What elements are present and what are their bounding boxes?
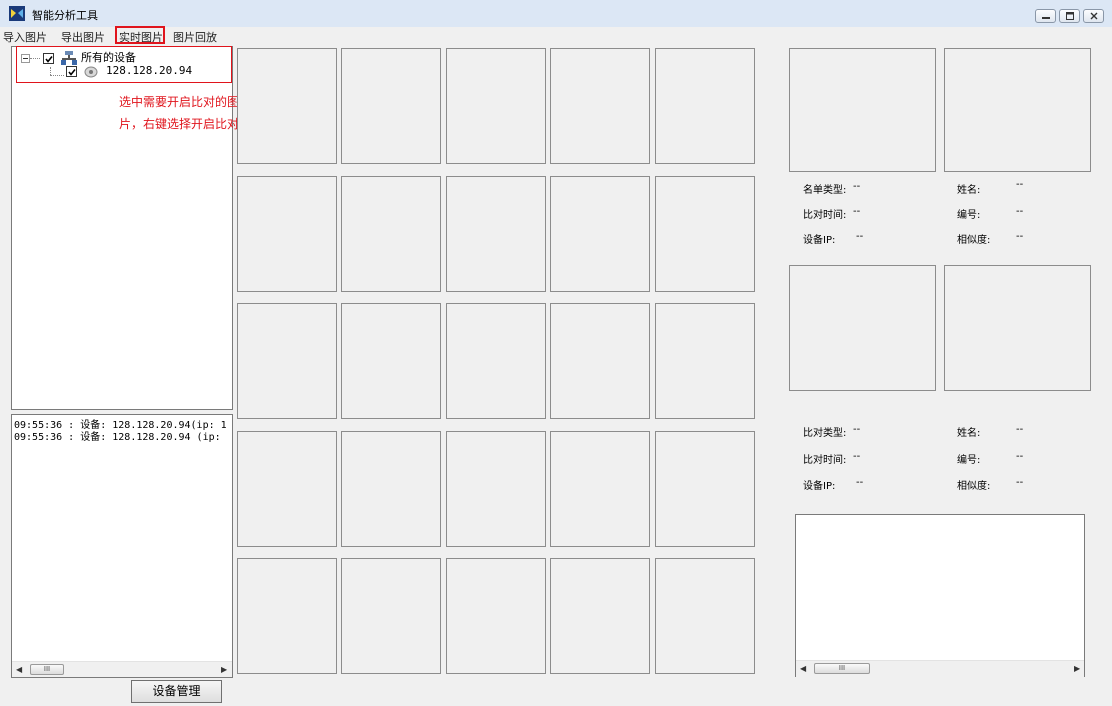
- image-cell[interactable]: [341, 48, 441, 164]
- name-label: 姓名:: [957, 428, 981, 439]
- id-label: 编号:: [957, 210, 981, 221]
- list-type-value: --: [853, 181, 861, 192]
- name-label: 姓名:: [957, 185, 981, 196]
- minimize-button[interactable]: [1035, 9, 1056, 23]
- menu-highlight-box: [115, 26, 165, 44]
- device-ip-value: --: [856, 231, 864, 242]
- compare-time-value: --: [853, 206, 861, 217]
- log-line: 09:55:36 : 设备: 128.128.20.94 (ip:: [14, 432, 221, 443]
- image-cell[interactable]: [237, 48, 337, 164]
- image-cell[interactable]: [446, 558, 546, 674]
- window-title: 智能分析工具: [32, 9, 98, 22]
- device-management-button[interactable]: 设备管理: [131, 680, 222, 703]
- annotation-line: 片，右键选择开启比对: [119, 117, 240, 131]
- minimize-icon: [1042, 17, 1050, 19]
- scroll-left-icon[interactable]: ◀: [800, 664, 806, 673]
- compare-type-label: 比对类型:: [803, 428, 847, 439]
- menu-export-images[interactable]: 导出图片: [61, 29, 105, 45]
- image-cell[interactable]: [446, 176, 546, 292]
- image-cell[interactable]: [655, 48, 755, 164]
- compare-time-label: 比对时间:: [803, 455, 847, 466]
- compare-bottom-snapshot[interactable]: [789, 265, 936, 391]
- image-cell[interactable]: [341, 176, 441, 292]
- name-value: --: [1016, 424, 1024, 435]
- log-panel[interactable]: 09:55:36 : 设备: 128.128.20.94(ip: 1 09:55…: [11, 414, 233, 678]
- scroll-left-icon[interactable]: ◀: [16, 665, 22, 674]
- compare-top-snapshot[interactable]: [789, 48, 936, 172]
- device-ip-label: 设备IP:: [803, 481, 836, 492]
- similarity-value: --: [1016, 477, 1024, 488]
- scroll-thumb[interactable]: III: [30, 664, 64, 675]
- image-cell[interactable]: [237, 558, 337, 674]
- image-cell[interactable]: [550, 176, 650, 292]
- image-cell[interactable]: [341, 431, 441, 547]
- image-cell[interactable]: [655, 431, 755, 547]
- device-ip-value: --: [856, 477, 864, 488]
- maximize-icon: [1066, 12, 1074, 20]
- image-cell[interactable]: [655, 176, 755, 292]
- annotation-line: 选中需要开启比对的图: [119, 95, 240, 109]
- id-value: --: [1016, 451, 1024, 462]
- name-value: --: [1016, 179, 1024, 190]
- compare-top-reference[interactable]: [944, 48, 1091, 172]
- list-type-label: 名单类型:: [803, 185, 847, 196]
- similarity-value: --: [1016, 231, 1024, 242]
- image-cell[interactable]: [655, 558, 755, 674]
- image-cell[interactable]: [341, 558, 441, 674]
- id-label: 编号:: [957, 455, 981, 466]
- image-cell[interactable]: [446, 303, 546, 419]
- compare-result-list[interactable]: ◀ III ▶: [795, 514, 1085, 677]
- close-icon: [1090, 12, 1098, 20]
- log-horizontal-scrollbar[interactable]: ◀ III ▶: [12, 661, 232, 677]
- scroll-right-icon[interactable]: ▶: [221, 665, 227, 674]
- image-cell[interactable]: [237, 303, 337, 419]
- image-cell[interactable]: [237, 176, 337, 292]
- tree-highlight-box: [16, 46, 232, 83]
- image-cell[interactable]: [446, 431, 546, 547]
- list-horizontal-scrollbar[interactable]: ◀ III ▶: [796, 660, 1084, 677]
- similarity-label: 相似度:: [957, 235, 991, 246]
- image-cell[interactable]: [550, 431, 650, 547]
- similarity-label: 相似度:: [957, 481, 991, 492]
- menu-bar: 导入图片 导出图片 实时图片 图片回放: [0, 27, 1112, 44]
- menu-image-playback[interactable]: 图片回放: [173, 29, 217, 45]
- compare-type-value: --: [853, 424, 861, 435]
- image-cell[interactable]: [550, 48, 650, 164]
- close-button[interactable]: [1083, 9, 1104, 23]
- title-bar: 智能分析工具: [0, 0, 1112, 27]
- app-logo-icon: [9, 6, 25, 21]
- scroll-right-icon[interactable]: ▶: [1074, 664, 1080, 673]
- scroll-thumb[interactable]: III: [814, 663, 870, 674]
- image-cell[interactable]: [237, 431, 337, 547]
- id-value: --: [1016, 206, 1024, 217]
- image-cell[interactable]: [550, 558, 650, 674]
- compare-time-value: --: [853, 451, 861, 462]
- image-cell[interactable]: [550, 303, 650, 419]
- menu-import-images[interactable]: 导入图片: [3, 29, 47, 45]
- image-cell[interactable]: [341, 303, 441, 419]
- annotation-note: 选中需要开启比对的图 片，右键选择开启比对: [119, 91, 251, 135]
- compare-bottom-reference[interactable]: [944, 265, 1091, 391]
- device-ip-label: 设备IP:: [803, 235, 836, 246]
- image-cell[interactable]: [655, 303, 755, 419]
- compare-time-label: 比对时间:: [803, 210, 847, 221]
- image-cell[interactable]: [446, 48, 546, 164]
- maximize-button[interactable]: [1059, 9, 1080, 23]
